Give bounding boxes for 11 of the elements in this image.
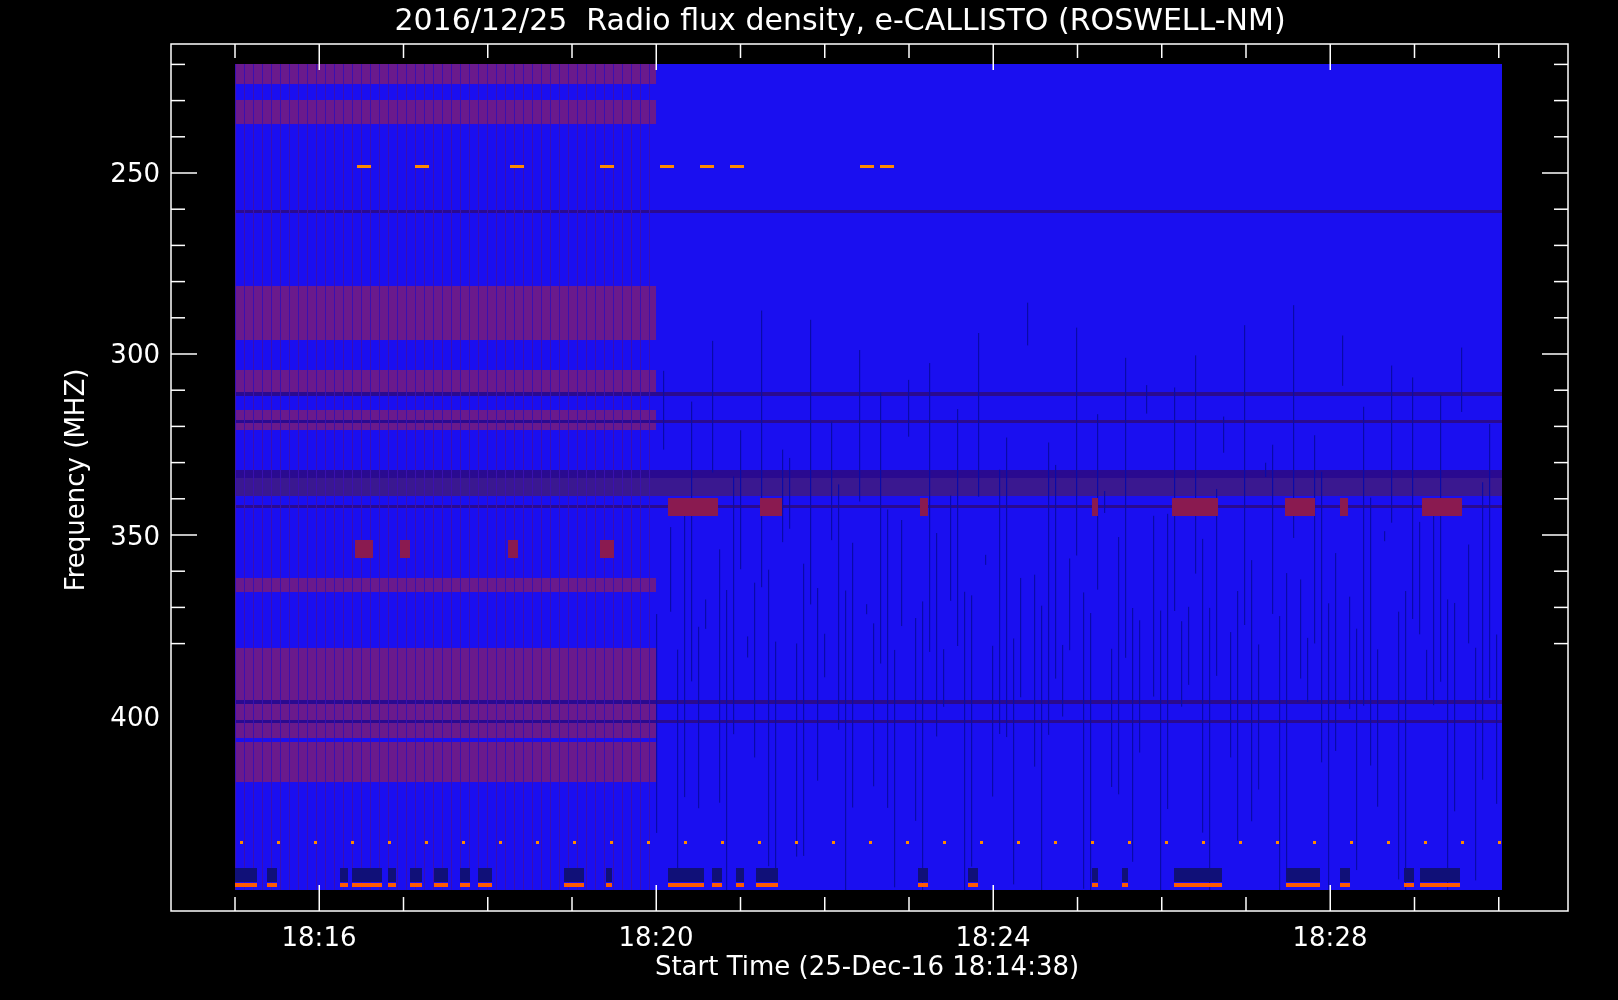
y-tick-label: 250 xyxy=(110,158,160,188)
x-tick-label: 18:20 xyxy=(618,922,694,952)
y-tick-label: 350 xyxy=(110,520,160,551)
y-axis-title: Frequency (MHZ) xyxy=(60,368,90,592)
x-tick-label: 18:16 xyxy=(281,922,357,952)
chart-title: 2016/12/25 Radio flux density, e-CALLISTO (ROSWELL-NM) xyxy=(394,2,1286,37)
x-axis-title: Start Time (25-Dec-16 18:14:38) xyxy=(654,951,1080,981)
y-tick-label: 300 xyxy=(110,339,160,370)
x-tick-label: 18:28 xyxy=(1292,922,1368,952)
y-tick-label: 400 xyxy=(110,701,160,732)
x-tick-label: 18:24 xyxy=(955,922,1031,952)
